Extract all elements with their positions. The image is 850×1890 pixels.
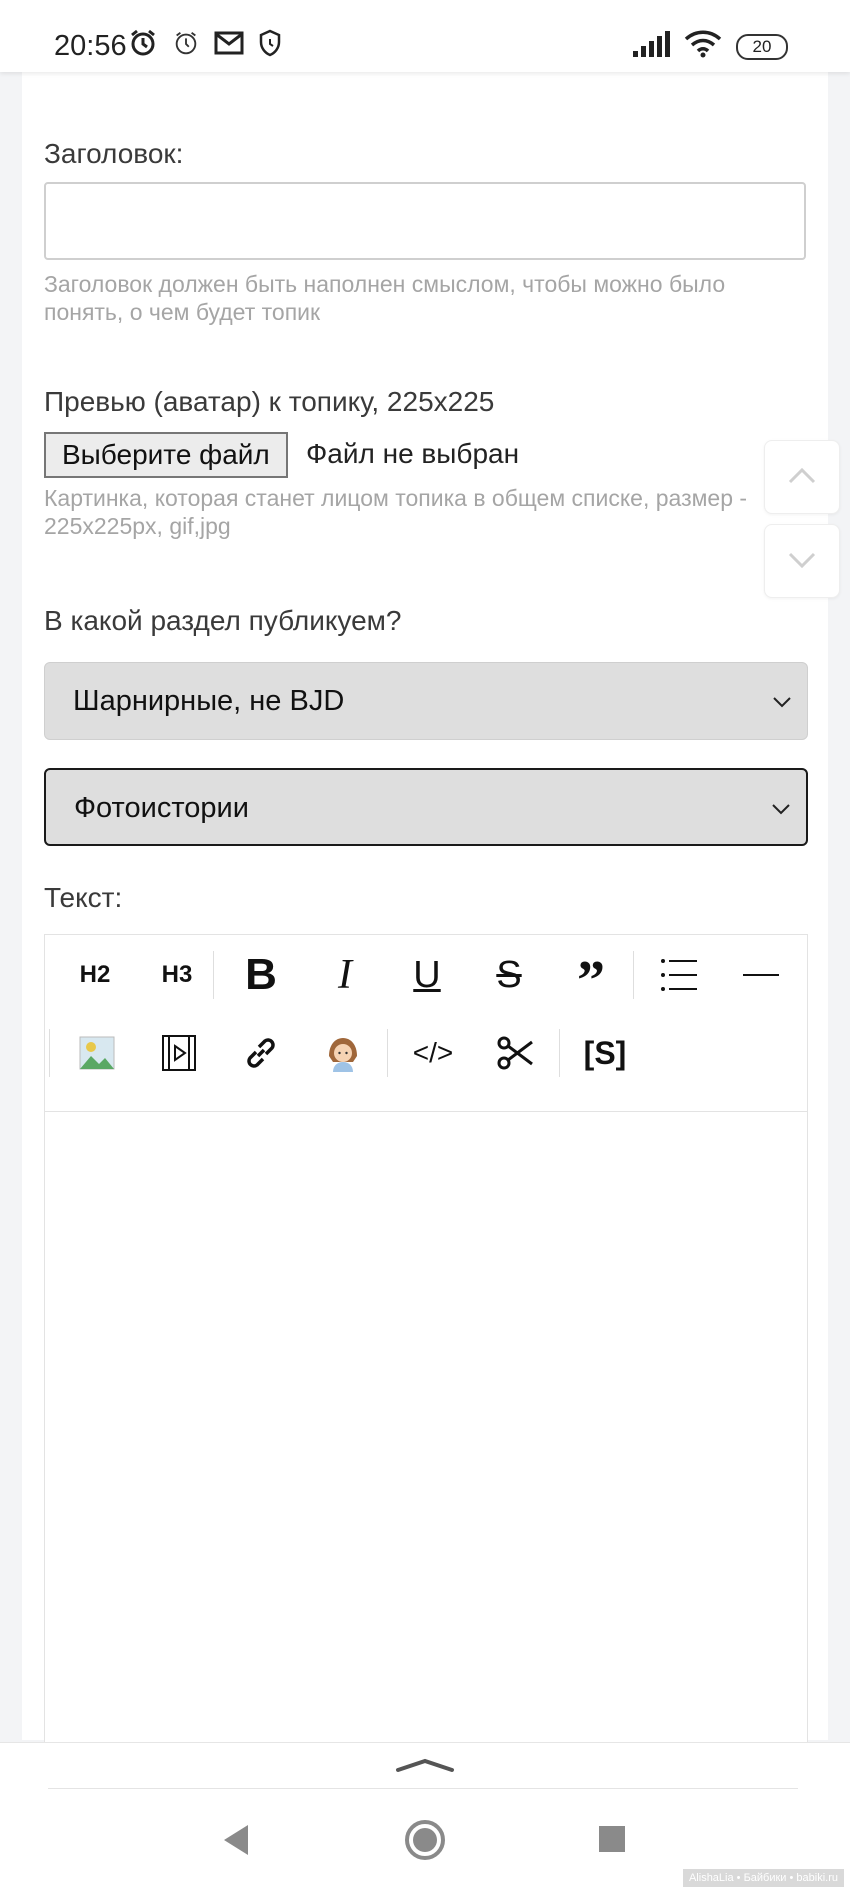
- title-hint: Заголовок должен быть наполнен смыслом, …: [44, 271, 726, 325]
- toolbar-divider: [559, 1029, 560, 1077]
- cut-icon[interactable]: [485, 1023, 545, 1083]
- subsection-select[interactable]: Фотоистории: [44, 768, 808, 846]
- h2-button[interactable]: H2: [65, 945, 125, 1005]
- scroll-down-button[interactable]: [764, 524, 840, 598]
- home-nav-icon[interactable]: [404, 1819, 446, 1866]
- recents-nav-icon[interactable]: [598, 1825, 626, 1858]
- wifi-icon: [684, 30, 722, 63]
- title-input[interactable]: [44, 182, 806, 260]
- section-select-value: Шарнирные, не BJD: [73, 685, 345, 717]
- section-label: В какой раздел публикуем?: [44, 605, 402, 636]
- italic-button[interactable]: I: [315, 945, 375, 1005]
- bottom-panel: [0, 1742, 850, 1890]
- mail-icon: [214, 31, 244, 60]
- toolbar-divider: [213, 951, 214, 999]
- horizontal-rule-icon[interactable]: [731, 945, 791, 1005]
- toolbar-divider: [633, 951, 634, 999]
- expand-panel-icon[interactable]: [394, 1755, 456, 1780]
- link-icon[interactable]: [231, 1023, 291, 1083]
- choose-file-button[interactable]: Выберите файл: [44, 432, 288, 478]
- quote-button[interactable]: ”: [561, 950, 621, 1012]
- editor-toolbar: H2 H3 B I U S ” </> [S]: [45, 935, 807, 1112]
- battery-icon: 20: [736, 33, 788, 60]
- spoiler-button[interactable]: [S]: [575, 1023, 635, 1083]
- back-nav-icon[interactable]: [220, 1823, 250, 1862]
- h3-button[interactable]: H3: [147, 945, 207, 1005]
- scroll-up-button[interactable]: [764, 440, 840, 514]
- preview-hint: Картинка, которая станет лицом топика в …: [44, 485, 748, 539]
- status-icons-right: 20: [632, 30, 788, 63]
- section-select[interactable]: Шарнирные, не BJD: [44, 662, 808, 740]
- panel-divider: [48, 1788, 798, 1789]
- subsection-select-value: Фотоистории: [74, 792, 249, 824]
- status-bar: 20:56 20: [0, 0, 850, 72]
- status-time: 20:56: [54, 30, 127, 62]
- toolbar-divider: [387, 1029, 388, 1077]
- signal-icon: [632, 31, 670, 62]
- toolbar-divider: [49, 1029, 50, 1077]
- code-button[interactable]: </>: [403, 1023, 463, 1083]
- shield-icon: [258, 29, 282, 62]
- watermark: AlishaLia • Байбики • babiki.ru: [682, 1869, 844, 1887]
- alarm-clock-icon: [172, 29, 200, 62]
- preview-label: Превью (аватар) к топику, 225x225: [44, 386, 495, 417]
- title-label: Заголовок:: [44, 138, 184, 169]
- chevron-down-icon: [771, 687, 793, 720]
- underline-button[interactable]: U: [397, 945, 457, 1005]
- alarm-icon: [128, 28, 158, 63]
- user-avatar-icon[interactable]: [313, 1023, 373, 1083]
- image-icon[interactable]: [67, 1023, 127, 1083]
- text-editor[interactable]: H2 H3 B I U S ” </> [S]: [44, 934, 808, 1764]
- video-icon[interactable]: [149, 1023, 209, 1083]
- chevron-down-icon: [770, 794, 792, 827]
- status-icons-left: [128, 28, 282, 63]
- chevron-down-icon: [786, 548, 818, 575]
- topic-form: Заголовок: Заголовок должен быть наполне…: [22, 60, 828, 1764]
- file-status: Файл не выбран: [306, 438, 520, 469]
- list-icon[interactable]: [649, 945, 709, 1005]
- chevron-up-icon: [786, 464, 818, 491]
- bold-button[interactable]: B: [231, 945, 291, 1005]
- strikethrough-button[interactable]: S: [479, 945, 539, 1005]
- text-label: Текст:: [44, 882, 123, 913]
